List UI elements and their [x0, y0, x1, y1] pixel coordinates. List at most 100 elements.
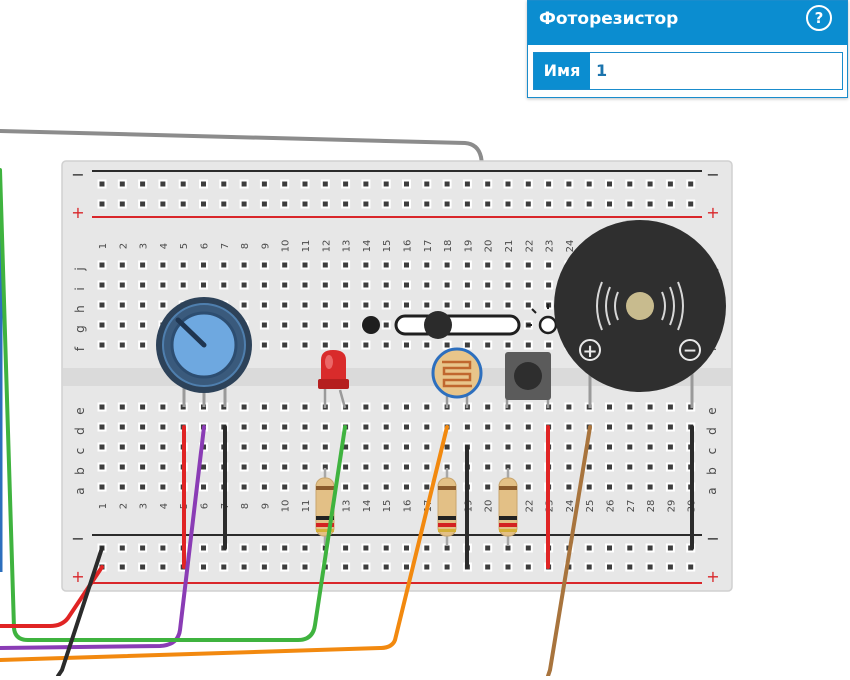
- breadboard-hole[interactable]: [361, 562, 371, 572]
- breadboard-hole[interactable]: [422, 340, 432, 350]
- breadboard-hole[interactable]: [422, 300, 432, 310]
- breadboard-hole[interactable]: [280, 462, 290, 472]
- breadboard-hole[interactable]: [402, 260, 411, 270]
- breadboard-hole[interactable]: [300, 260, 310, 270]
- breadboard-hole[interactable]: [239, 280, 249, 290]
- breadboard-hole[interactable]: [117, 442, 127, 452]
- breadboard-hole[interactable]: [300, 422, 310, 432]
- breadboard-hole[interactable]: [320, 199, 330, 209]
- breadboard-hole[interactable]: [300, 442, 310, 452]
- help-button[interactable]: ?: [806, 5, 832, 31]
- breadboard-hole[interactable]: [341, 462, 351, 472]
- breadboard-hole[interactable]: [239, 402, 249, 412]
- breadboard-hole[interactable]: [138, 340, 148, 350]
- breadboard-hole[interactable]: [605, 422, 614, 432]
- breadboard-hole[interactable]: [564, 179, 574, 189]
- breadboard-hole[interactable]: [361, 260, 371, 270]
- breadboard-hole[interactable]: [422, 562, 432, 572]
- breadboard-hole[interactable]: [381, 300, 391, 310]
- breadboard-hole[interactable]: [300, 402, 310, 412]
- breadboard-hole[interactable]: [361, 543, 371, 553]
- breadboard-hole[interactable]: [219, 179, 229, 189]
- breadboard-hole[interactable]: [665, 442, 675, 452]
- breadboard-hole[interactable]: [320, 320, 330, 330]
- breadboard-hole[interactable]: [503, 442, 513, 452]
- breadboard-hole[interactable]: [645, 462, 655, 472]
- breadboard-hole[interactable]: [523, 562, 533, 572]
- breadboard-hole[interactable]: [280, 482, 290, 492]
- breadboard-hole[interactable]: [158, 543, 168, 553]
- breadboard-hole[interactable]: [97, 179, 107, 189]
- breadboard-hole[interactable]: [462, 260, 472, 270]
- breadboard-hole[interactable]: [117, 280, 127, 290]
- breadboard-hole[interactable]: [645, 562, 655, 572]
- breadboard-hole[interactable]: [239, 422, 249, 432]
- breadboard-hole[interactable]: [178, 199, 188, 209]
- breadboard-hole[interactable]: [320, 422, 330, 432]
- breadboard-hole[interactable]: [381, 199, 391, 209]
- breadboard-hole[interactable]: [341, 340, 351, 350]
- breadboard-hole[interactable]: [544, 260, 554, 270]
- breadboard-hole[interactable]: [381, 280, 391, 290]
- breadboard-hole[interactable]: [564, 402, 574, 412]
- breadboard-hole[interactable]: [361, 300, 371, 310]
- breadboard-hole[interactable]: [97, 320, 107, 330]
- breadboard-hole[interactable]: [402, 300, 411, 310]
- breadboard-hole[interactable]: [117, 462, 127, 472]
- breadboard-hole[interactable]: [97, 462, 107, 472]
- breadboard-hole[interactable]: [138, 442, 148, 452]
- breadboard-hole[interactable]: [138, 462, 148, 472]
- breadboard-hole[interactable]: [259, 260, 269, 270]
- breadboard-hole[interactable]: [523, 199, 533, 209]
- breadboard-hole[interactable]: [239, 442, 249, 452]
- breadboard-hole[interactable]: [199, 179, 208, 189]
- breadboard-hole[interactable]: [402, 543, 411, 553]
- breadboard-hole[interactable]: [381, 462, 391, 472]
- breadboard-hole[interactable]: [686, 199, 696, 209]
- breadboard-hole[interactable]: [503, 562, 513, 572]
- breadboard-hole[interactable]: [259, 543, 269, 553]
- breadboard-hole[interactable]: [442, 562, 452, 572]
- breadboard-hole[interactable]: [117, 260, 127, 270]
- breadboard-hole[interactable]: [625, 543, 635, 553]
- breadboard-hole[interactable]: [239, 260, 249, 270]
- breadboard-hole[interactable]: [138, 260, 148, 270]
- breadboard-hole[interactable]: [665, 482, 675, 492]
- breadboard-hole[interactable]: [503, 199, 513, 209]
- breadboard-hole[interactable]: [300, 340, 310, 350]
- breadboard-hole[interactable]: [645, 402, 655, 412]
- circuit-canvas[interactable]: 1122334455667788991010111112121313141415…: [0, 0, 850, 678]
- breadboard-hole[interactable]: [625, 402, 635, 412]
- breadboard-hole[interactable]: [138, 199, 148, 209]
- breadboard-hole[interactable]: [259, 402, 269, 412]
- breadboard-hole[interactable]: [97, 482, 107, 492]
- breadboard-hole[interactable]: [544, 199, 554, 209]
- breadboard-hole[interactable]: [402, 442, 411, 452]
- breadboard-hole[interactable]: [686, 179, 696, 189]
- breadboard-hole[interactable]: [341, 543, 351, 553]
- breadboard-hole[interactable]: [523, 179, 533, 189]
- breadboard-hole[interactable]: [280, 422, 290, 432]
- breadboard-hole[interactable]: [605, 562, 614, 572]
- breadboard-hole[interactable]: [320, 179, 330, 189]
- breadboard-hole[interactable]: [584, 179, 594, 189]
- breadboard-hole[interactable]: [625, 422, 635, 432]
- breadboard-hole[interactable]: [239, 482, 249, 492]
- breadboard-hole[interactable]: [138, 543, 148, 553]
- breadboard-hole[interactable]: [381, 320, 391, 330]
- breadboard-hole[interactable]: [523, 462, 533, 472]
- breadboard-hole[interactable]: [523, 402, 533, 412]
- breadboard-hole[interactable]: [381, 340, 391, 350]
- breadboard-hole[interactable]: [280, 543, 290, 553]
- breadboard-hole[interactable]: [199, 199, 208, 209]
- switch-handle[interactable]: [424, 311, 452, 339]
- breadboard-hole[interactable]: [645, 199, 655, 209]
- breadboard-hole[interactable]: [402, 179, 411, 189]
- breadboard-hole[interactable]: [422, 402, 432, 412]
- breadboard-hole[interactable]: [503, 422, 513, 432]
- breadboard-hole[interactable]: [381, 179, 391, 189]
- breadboard-hole[interactable]: [544, 179, 554, 189]
- breadboard-hole[interactable]: [625, 199, 635, 209]
- breadboard-hole[interactable]: [462, 179, 472, 189]
- breadboard-hole[interactable]: [138, 280, 148, 290]
